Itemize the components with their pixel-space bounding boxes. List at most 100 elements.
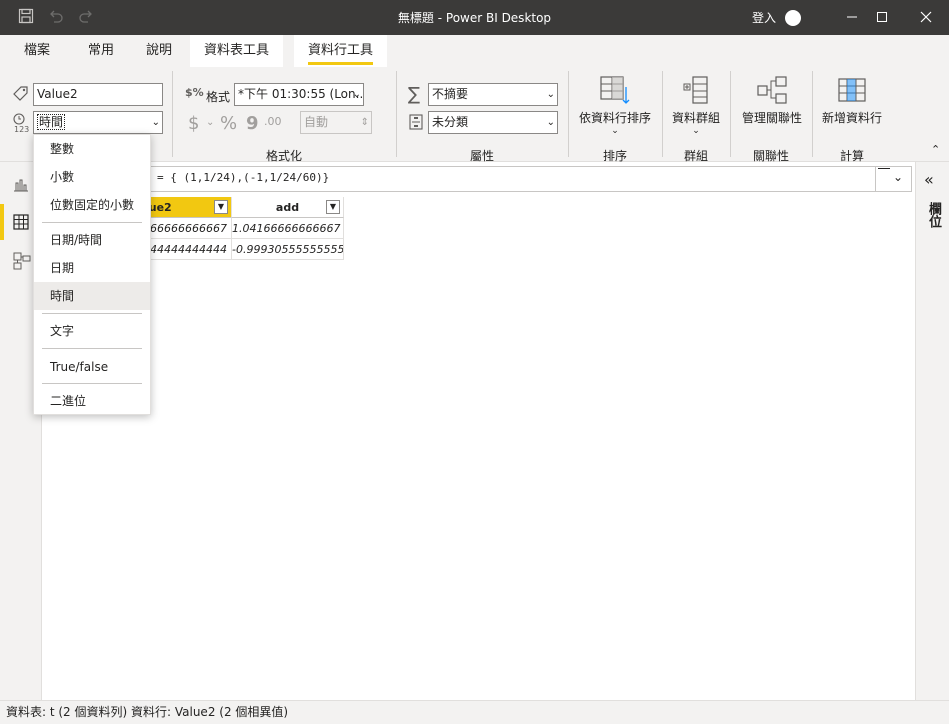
chevron-down-icon: ⌄ bbox=[352, 89, 361, 100]
category-icon bbox=[409, 114, 423, 133]
spinner-icon: ⇕ bbox=[360, 117, 369, 128]
properties-group-label: 屬性 bbox=[469, 149, 494, 163]
dropdown-item-binary[interactable]: 二進位 bbox=[34, 387, 150, 415]
dropdown-divider bbox=[42, 313, 142, 314]
sort-group-label: 排序 bbox=[602, 149, 627, 163]
sort-column-icon bbox=[600, 76, 630, 104]
tab-table-tools-label: 資料表工具 bbox=[204, 43, 270, 58]
ribbon-tabs: 檔案 常用 說明 資料表工具 資料行工具 bbox=[0, 35, 949, 67]
data-type-value: 時間 bbox=[37, 114, 66, 130]
fields-pane: « 欄位 bbox=[915, 162, 949, 700]
active-tab-underline bbox=[308, 62, 374, 65]
dropdown-item-text[interactable]: 文字 bbox=[34, 317, 150, 345]
dropdown-item-decimal[interactable]: 小數 bbox=[34, 163, 150, 191]
column-header-label: add bbox=[275, 201, 300, 214]
filter-dropdown-icon[interactable]: ▼ bbox=[214, 200, 228, 214]
manage-relationships-label: 管理關聯性 bbox=[741, 111, 802, 125]
sort-by-column-label: 依資料行排序 bbox=[578, 111, 651, 125]
tab-home[interactable]: 常用 bbox=[88, 35, 114, 67]
svg-text:123: 123 bbox=[14, 125, 29, 133]
table-cell: 1.04166666666667 bbox=[232, 218, 344, 239]
collapse-ribbon-icon[interactable]: ⌃ bbox=[931, 143, 940, 156]
chevron-down-icon: ⌄ bbox=[611, 126, 619, 136]
dropdown-item-true-false[interactable]: True/false bbox=[34, 353, 150, 381]
category-value: 未分類 bbox=[432, 115, 469, 129]
data-type-select[interactable]: 時間 ⌄ bbox=[33, 111, 163, 134]
decimal-places-value: 自動 bbox=[304, 115, 329, 129]
dropdown-divider bbox=[42, 383, 142, 384]
summarization-value: 不摘要 bbox=[432, 87, 469, 101]
dropdown-item-date[interactable]: 日期 bbox=[34, 254, 150, 282]
separator bbox=[568, 71, 569, 157]
groups-group-label: 群組 bbox=[683, 149, 708, 163]
expand-line bbox=[878, 168, 890, 169]
data-type-icon: 123 bbox=[12, 113, 30, 136]
new-column-label: 新增資料行 bbox=[821, 111, 882, 125]
relationships-icon bbox=[757, 76, 787, 104]
currency-button[interactable]: $ bbox=[188, 113, 199, 134]
sigma-icon: ∑ bbox=[408, 84, 421, 105]
model-icon bbox=[13, 252, 31, 270]
relationships-group-label: 關聯性 bbox=[752, 149, 789, 163]
maximize-button[interactable] bbox=[869, 6, 895, 30]
formula-text[interactable]: = { (1,1/24),(-1,1/24/60)} bbox=[157, 171, 329, 184]
window-title: 無標題 - Power BI Desktop bbox=[397, 11, 552, 25]
manage-relationships-button[interactable]: 管理關聯性 bbox=[736, 75, 808, 126]
new-column-icon bbox=[838, 78, 866, 102]
separator bbox=[730, 71, 731, 157]
summarization-select[interactable]: 不摘要 ⌄ bbox=[428, 83, 558, 106]
category-select[interactable]: 未分類 ⌄ bbox=[428, 111, 558, 134]
calculations-group-label: 計算 bbox=[839, 149, 864, 163]
redo-icon[interactable] bbox=[76, 8, 96, 28]
sort-by-column-button[interactable]: 依資料行排序 ⌄ bbox=[572, 75, 658, 136]
table-cell: -0.999305555555556 bbox=[232, 239, 344, 260]
account-avatar[interactable] bbox=[785, 10, 801, 26]
status-bar: 資料表: t (2 個資料列) 資料行: Value2 (2 個相異值) bbox=[0, 700, 949, 724]
chevron-down-icon: ⌄ bbox=[893, 170, 904, 184]
dropdown-divider bbox=[42, 222, 142, 223]
table-icon bbox=[13, 214, 29, 230]
chevron-down-icon: ⌄ bbox=[206, 117, 215, 128]
comma-button[interactable]: 9 bbox=[246, 113, 259, 134]
fields-pane-label[interactable]: 欄位 bbox=[924, 202, 943, 228]
undo-icon[interactable] bbox=[46, 8, 66, 28]
format-select[interactable]: *下午 01:30:55 (Lon... ⌄ bbox=[234, 83, 364, 106]
column-header-add[interactable]: add ▼ bbox=[232, 197, 344, 218]
filter-dropdown-icon[interactable]: ▼ bbox=[326, 200, 340, 214]
tab-help[interactable]: 說明 bbox=[146, 35, 172, 67]
formula-expand-button[interactable]: ⌄ bbox=[875, 167, 911, 191]
separator bbox=[396, 71, 397, 157]
format-group-label: 格式化 bbox=[265, 149, 302, 163]
separator bbox=[662, 71, 663, 157]
dropdown-item-fixed-decimal[interactable]: 位數固定的小數 bbox=[34, 191, 150, 219]
dropdown-item-time[interactable]: 時間 bbox=[34, 282, 150, 310]
percent-button[interactable]: % bbox=[220, 113, 237, 134]
minimize-button[interactable] bbox=[839, 6, 865, 30]
separator bbox=[812, 71, 813, 157]
tab-file[interactable]: 檔案 bbox=[24, 35, 50, 67]
bar-chart-icon bbox=[14, 179, 28, 192]
close-button[interactable] bbox=[913, 6, 939, 30]
dropdown-item-datetime[interactable]: 日期/時間 bbox=[34, 226, 150, 254]
decimal-places-input[interactable]: 自動 ⇕ bbox=[300, 111, 372, 134]
expand-pane-icon[interactable]: « bbox=[924, 170, 934, 189]
chevron-down-icon: ⌄ bbox=[151, 117, 160, 128]
format-value: *下午 01:30:55 (Lon... bbox=[238, 87, 364, 101]
dropdown-item-whole-number[interactable]: 整數 bbox=[34, 135, 150, 163]
signin-link[interactable]: 登入 bbox=[752, 9, 776, 26]
tab-column-tools[interactable]: 資料行工具 bbox=[294, 35, 388, 67]
formula-bar[interactable]: = { (1,1/24),(-1,1/24/60)} ⌄ bbox=[42, 166, 912, 192]
chevron-down-icon: ⌄ bbox=[546, 117, 555, 128]
data-groups-button[interactable]: 資料群組 ⌄ bbox=[666, 75, 726, 136]
tab-column-tools-label: 資料行工具 bbox=[308, 43, 374, 58]
data-type-dropdown: 整數 小數 位數固定的小數 日期/時間 日期 時間 文字 True/false … bbox=[33, 134, 151, 415]
chevron-down-icon: ⌄ bbox=[546, 89, 555, 100]
new-column-button[interactable]: 新增資料行 bbox=[816, 75, 888, 126]
save-icon[interactable] bbox=[16, 8, 36, 28]
format-icon: $% bbox=[185, 86, 204, 99]
decimal-button[interactable]: .00 bbox=[264, 115, 282, 128]
data-groups-label: 資料群組 bbox=[671, 111, 720, 125]
format-label: 格式 bbox=[206, 90, 231, 104]
tab-table-tools[interactable]: 資料表工具 bbox=[190, 35, 284, 67]
column-name-input[interactable]: Value2 bbox=[33, 83, 163, 106]
